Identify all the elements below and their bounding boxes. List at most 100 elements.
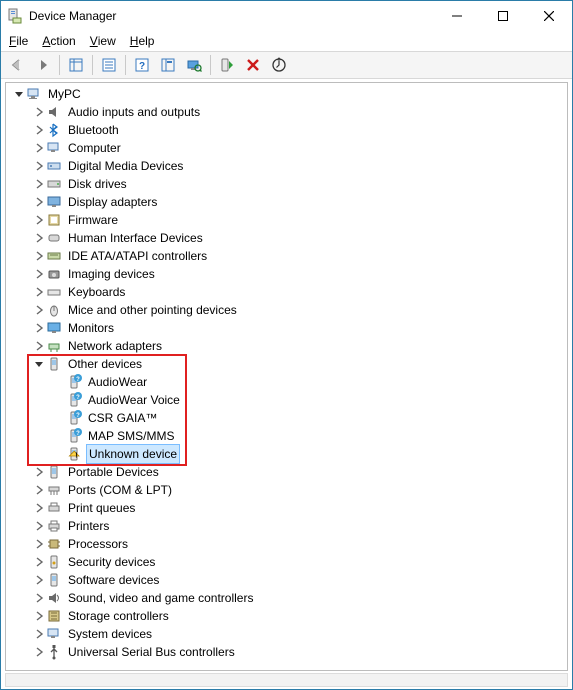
tree-category-keyboards[interactable]: Keyboards	[6, 283, 567, 301]
tree-item-unknown[interactable]: !Unknown device	[6, 445, 567, 463]
tree-item-audiowear_voice[interactable]: ?AudioWear Voice	[6, 391, 567, 409]
expander-closed-icon[interactable]	[32, 627, 46, 641]
tree-item-label: CSR GAIA™	[86, 409, 159, 427]
tree-category-printers[interactable]: Printers	[6, 517, 567, 535]
expander-closed-icon[interactable]	[32, 501, 46, 515]
expander-closed-icon[interactable]	[32, 555, 46, 569]
maximize-button[interactable]	[480, 1, 526, 31]
expander-closed-icon[interactable]	[32, 285, 46, 299]
tree-category-label: Sound, video and game controllers	[66, 589, 255, 607]
expander-closed-icon[interactable]	[32, 123, 46, 137]
tree-category-disk[interactable]: Disk drives	[6, 175, 567, 193]
device-tree-panel: MyPC Audio inputs and outputsBluetoothCo…	[5, 82, 568, 671]
expander-closed-icon[interactable]	[32, 609, 46, 623]
tree-category-display[interactable]: Display adapters	[6, 193, 567, 211]
tree-category-system[interactable]: System devices	[6, 625, 567, 643]
tree-category-usb[interactable]: Universal Serial Bus controllers	[6, 643, 567, 661]
expander-open-icon[interactable]	[12, 87, 26, 101]
tree-category-label: Computer	[66, 139, 123, 157]
properties-button[interactable]	[97, 53, 121, 77]
uninstall-device-button[interactable]	[241, 53, 265, 77]
expander-closed-icon[interactable]	[32, 303, 46, 317]
tree-category-bluetooth[interactable]: Bluetooth	[6, 121, 567, 139]
tree-item-audiowear[interactable]: ?AudioWear	[6, 373, 567, 391]
expander-closed-icon[interactable]	[32, 105, 46, 119]
tree-category-storage[interactable]: Storage controllers	[6, 607, 567, 625]
printqueues-icon	[46, 500, 62, 516]
update-driver-button[interactable]	[267, 53, 291, 77]
computer-icon	[26, 86, 42, 102]
tree-category-other[interactable]: Other devices	[6, 355, 567, 373]
firmware-icon	[46, 212, 62, 228]
expander-open-icon[interactable]	[32, 357, 46, 371]
expander-closed-icon[interactable]	[32, 537, 46, 551]
expander-closed-icon[interactable]	[32, 159, 46, 173]
expander-closed-icon[interactable]	[32, 321, 46, 335]
toolbar-button[interactable]	[156, 53, 180, 77]
tree-category-sound[interactable]: Sound, video and game controllers	[6, 589, 567, 607]
menu-view[interactable]: View	[90, 34, 116, 48]
tree-root-label: MyPC	[46, 85, 83, 103]
tree-category-computer[interactable]: Computer	[6, 139, 567, 157]
show-hide-tree-button[interactable]	[64, 53, 88, 77]
expander-closed-icon[interactable]	[32, 519, 46, 533]
expander-closed-icon[interactable]	[32, 195, 46, 209]
tree-category-monitors[interactable]: Monitors	[6, 319, 567, 337]
tree-category-dmd[interactable]: Digital Media Devices	[6, 157, 567, 175]
expander-closed-icon[interactable]	[32, 591, 46, 605]
network-icon	[46, 338, 62, 354]
expander-closed-icon[interactable]	[32, 213, 46, 227]
tree-item-csr_gaia[interactable]: ?CSR GAIA™	[6, 409, 567, 427]
tree-category-processors[interactable]: Processors	[6, 535, 567, 553]
tree-category-ide[interactable]: IDE ATA/ATAPI controllers	[6, 247, 567, 265]
tree-category-security[interactable]: Security devices	[6, 553, 567, 571]
title-bar: Device Manager	[1, 1, 572, 31]
close-button[interactable]	[526, 1, 572, 31]
enable-device-button[interactable]	[215, 53, 239, 77]
tree-category-hid[interactable]: Human Interface Devices	[6, 229, 567, 247]
expander-closed-icon[interactable]	[32, 645, 46, 659]
help-button[interactable]: ?	[130, 53, 154, 77]
scan-hardware-button[interactable]	[182, 53, 206, 77]
tree-category-printqueues[interactable]: Print queues	[6, 499, 567, 517]
forward-button[interactable]	[31, 53, 55, 77]
expander-closed-icon[interactable]	[32, 141, 46, 155]
tree-category-software[interactable]: Software devices	[6, 571, 567, 589]
tree-item-label: Unknown device	[86, 444, 180, 464]
tree-category-label: Human Interface Devices	[66, 229, 205, 247]
expander-closed-icon[interactable]	[32, 339, 46, 353]
expander-closed-icon[interactable]	[32, 573, 46, 587]
menu-bar: File Action View Help	[1, 31, 572, 51]
menu-action[interactable]: Action	[42, 34, 75, 48]
tree-category-label: Storage controllers	[66, 607, 171, 625]
tree-category-label: Other devices	[66, 355, 144, 373]
menu-help[interactable]: Help	[130, 34, 155, 48]
menu-file[interactable]: File	[9, 34, 28, 48]
expander-closed-icon[interactable]	[32, 249, 46, 263]
expander-closed-icon[interactable]	[32, 465, 46, 479]
tree-category-label: Network adapters	[66, 337, 164, 355]
device-unknown-icon: ?	[66, 410, 82, 426]
tree-category-label: Print queues	[66, 499, 137, 517]
tree-root-row[interactable]: MyPC	[6, 85, 567, 103]
tree-category-audio[interactable]: Audio inputs and outputs	[6, 103, 567, 121]
tree-category-imaging[interactable]: Imaging devices	[6, 265, 567, 283]
tree-item-map[interactable]: ?MAP SMS/MMS	[6, 427, 567, 445]
tree-category-ports[interactable]: Ports (COM & LPT)	[6, 481, 567, 499]
device-tree[interactable]: MyPC Audio inputs and outputsBluetoothCo…	[6, 85, 567, 661]
tree-category-firmware[interactable]: Firmware	[6, 211, 567, 229]
expander-closed-icon[interactable]	[32, 267, 46, 281]
expander-closed-icon[interactable]	[32, 177, 46, 191]
tree-item-label: AudioWear Voice	[86, 391, 182, 409]
tree-category-label: Disk drives	[66, 175, 129, 193]
expander-closed-icon[interactable]	[32, 231, 46, 245]
tree-category-label: Universal Serial Bus controllers	[66, 643, 237, 661]
back-button[interactable]	[5, 53, 29, 77]
expander-closed-icon[interactable]	[32, 483, 46, 497]
minimize-button[interactable]	[434, 1, 480, 31]
tree-category-portable[interactable]: Portable Devices	[6, 463, 567, 481]
tree-category-label: Mice and other pointing devices	[66, 301, 239, 319]
tree-category-mice[interactable]: Mice and other pointing devices	[6, 301, 567, 319]
tree-category-label: Monitors	[66, 319, 116, 337]
tree-category-network[interactable]: Network adapters	[6, 337, 567, 355]
